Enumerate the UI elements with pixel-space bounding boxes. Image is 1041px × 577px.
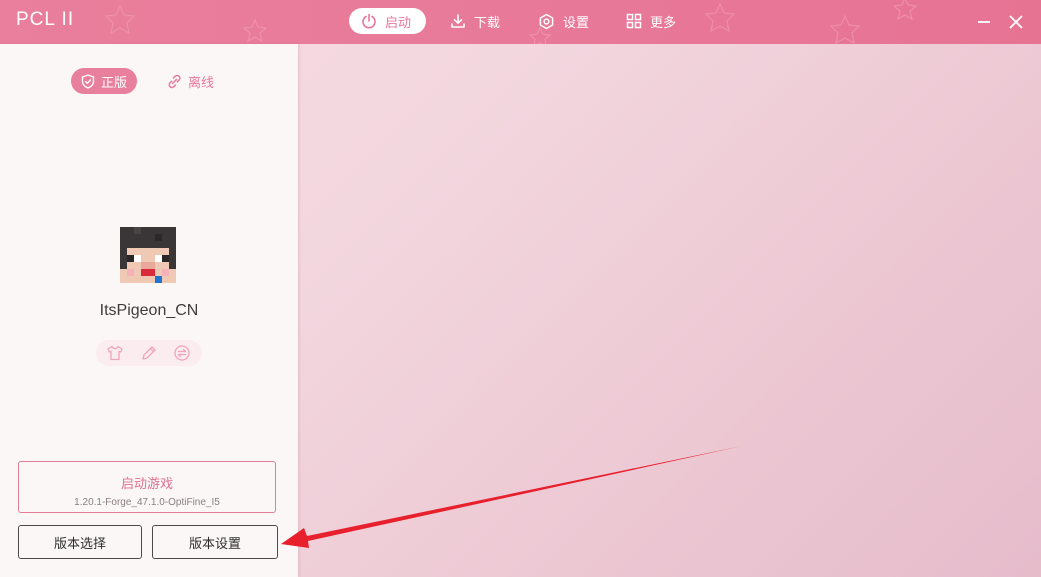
tab-more[interactable]: 更多 xyxy=(614,8,688,34)
tab-launch-label: 启动 xyxy=(385,15,412,31)
version-select-label: 版本选择 xyxy=(53,536,106,552)
tab-settings[interactable]: 设置 xyxy=(526,8,601,34)
version-select-button[interactable]: 版本选择 xyxy=(18,525,142,559)
tab-settings-label: 设置 xyxy=(563,15,590,31)
launch-game-button[interactable]: 启动游戏 1.20.1-Forge_47.1.0-OptiFine_I5 xyxy=(18,461,276,513)
swap-icon[interactable] xyxy=(173,344,191,362)
title-bar-decoration xyxy=(104,0,918,44)
download-icon xyxy=(451,14,465,28)
settings-icon xyxy=(539,13,554,29)
launch-game-label: 启动游戏 xyxy=(120,477,173,492)
tab-launch[interactable]: 启动 xyxy=(349,8,426,34)
launch-version-label: 1.20.1-Forge_47.1.0-OptiFine_I5 xyxy=(74,497,220,508)
mode-online-label: 正版 xyxy=(101,75,128,91)
launcher-window: PCL II 启动 下载 设置 更多 正版 离线 ItsPigeon_CN 启动… xyxy=(0,0,1041,577)
title-bar: PCL II 启动 下载 设置 更多 xyxy=(0,0,1041,44)
grid-icon xyxy=(626,13,642,29)
close-icon[interactable] xyxy=(1006,12,1026,32)
shirt-icon[interactable] xyxy=(106,344,124,362)
mode-offline-button[interactable]: 离线 xyxy=(157,68,224,94)
left-panel: 正版 离线 ItsPigeon_CN 启动游戏 1.20.1-Forge_47.… xyxy=(0,44,298,577)
skin-toolbar xyxy=(96,340,202,366)
version-settings-button[interactable]: 版本设置 xyxy=(152,525,278,559)
mode-offline-label: 离线 xyxy=(188,75,215,91)
mode-online-button[interactable]: 正版 xyxy=(71,68,138,94)
username: ItsPigeon_CN xyxy=(99,302,199,319)
tab-download[interactable]: 下载 xyxy=(438,8,512,34)
pencil-icon[interactable] xyxy=(140,344,158,362)
version-settings-label: 版本设置 xyxy=(188,536,241,552)
tab-more-label: 更多 xyxy=(650,15,677,31)
app-title: PCL II xyxy=(16,9,75,30)
link-icon xyxy=(168,74,181,88)
tab-download-label: 下载 xyxy=(474,15,501,31)
shield-icon xyxy=(81,73,95,89)
avatar[interactable] xyxy=(120,227,176,283)
minimize-icon[interactable] xyxy=(974,12,994,32)
power-icon xyxy=(362,13,376,29)
